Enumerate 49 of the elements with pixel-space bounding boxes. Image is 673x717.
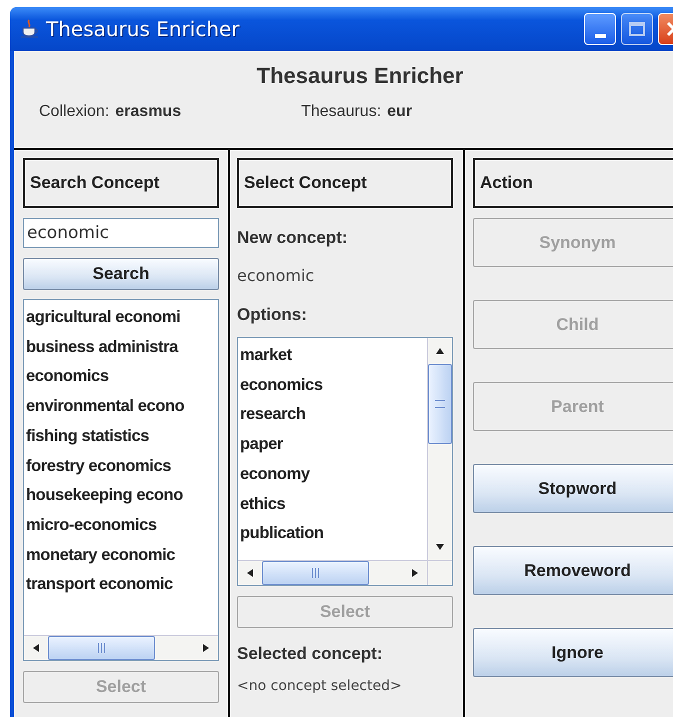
action-button[interactable]: Stopword xyxy=(473,464,673,513)
coffee-cup-icon xyxy=(20,19,40,39)
horizontal-scrollbar[interactable] xyxy=(238,560,427,585)
scroll-left-icon[interactable] xyxy=(246,569,254,577)
scrollbar-corner xyxy=(427,560,452,585)
action-button[interactable]: Removeword xyxy=(473,546,673,595)
list-item[interactable]: market xyxy=(240,341,427,371)
panel-heading: Action xyxy=(473,158,673,208)
minimize-button[interactable] xyxy=(584,13,616,45)
field-label: Collexion: xyxy=(39,103,110,121)
list-item[interactable]: environmental econo xyxy=(26,392,218,422)
list-item[interactable]: economics xyxy=(26,362,218,392)
vertical-scrollbar[interactable] xyxy=(427,338,452,560)
new-concept-value: economic xyxy=(237,266,316,285)
list-item[interactable]: research xyxy=(240,400,427,430)
app-title: Thesaurus Enricher xyxy=(256,63,464,89)
list-item[interactable]: monetary economic xyxy=(26,540,218,570)
window-title: Thesaurus Enricher xyxy=(46,17,240,41)
list-item[interactable]: ethics xyxy=(240,490,427,520)
selected-concept-value: <no concept selected> xyxy=(237,678,403,694)
list-item[interactable]: housekeeping econo xyxy=(26,481,218,511)
list-item[interactable]: micro-economics xyxy=(26,510,218,541)
maximize-button[interactable] xyxy=(621,13,653,45)
field-value: erasmus xyxy=(115,103,182,121)
action-button[interactable]: Ignore xyxy=(473,628,673,677)
list-item[interactable]: fishing statistics xyxy=(26,422,218,452)
field-label: Thesaurus: xyxy=(301,103,382,121)
scroll-left-icon[interactable] xyxy=(32,644,40,652)
list-item[interactable]: paper xyxy=(240,430,427,460)
list-item[interactable]: publication xyxy=(240,519,427,549)
search-button[interactable]: Search xyxy=(23,258,219,290)
list-item[interactable]: economics xyxy=(240,370,427,400)
list-item[interactable]: forestry economics xyxy=(26,452,218,482)
field-value: eur xyxy=(387,103,412,121)
list-item[interactable]: transport economic xyxy=(26,570,218,600)
horizontal-scrollbar[interactable] xyxy=(24,635,218,660)
scroll-down-icon[interactable] xyxy=(436,543,444,551)
scroll-up-icon[interactable] xyxy=(436,347,444,355)
options-label: Options: xyxy=(237,305,308,325)
scroll-right-icon[interactable] xyxy=(202,644,210,652)
list-item[interactable]: agricultural economi xyxy=(26,303,218,333)
new-concept-label: New concept: xyxy=(237,228,349,248)
list-item[interactable]: business administra xyxy=(26,332,218,362)
search-field[interactable]: economic xyxy=(23,218,219,248)
panel-heading: Search Concept xyxy=(23,158,219,208)
scroll-right-icon[interactable] xyxy=(411,569,419,577)
selected-concept-label: Selected concept: xyxy=(237,644,384,664)
list-item[interactable]: economy xyxy=(240,460,427,490)
panel-heading: Select Concept xyxy=(237,158,453,208)
